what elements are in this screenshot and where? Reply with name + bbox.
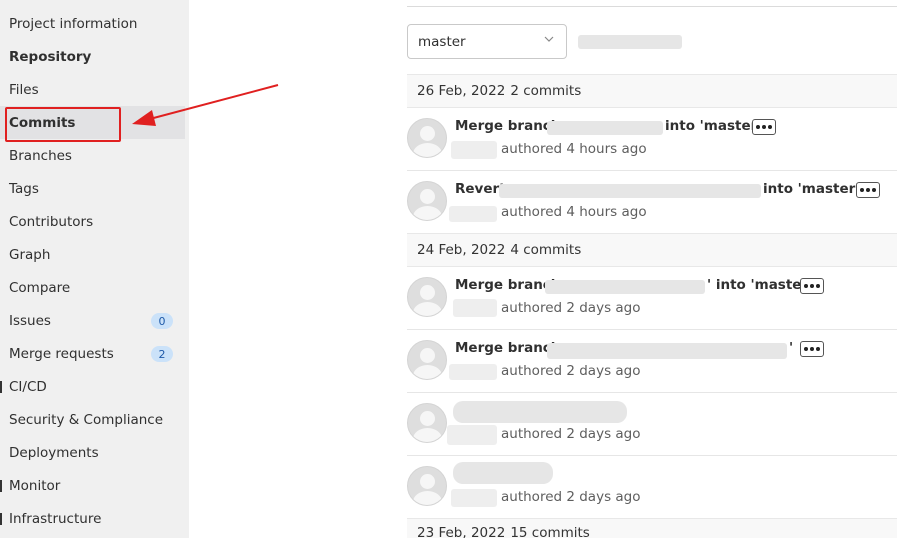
- sidebar-item-label: Project information: [9, 15, 138, 32]
- commit-title-start: Merge branch: [455, 118, 561, 134]
- commit-authored-time: authored 4 hours ago: [501, 204, 647, 220]
- avatar[interactable]: [407, 340, 447, 380]
- commit-title-end: ' into 'master': [707, 277, 813, 293]
- sidebar-item-project-information[interactable]: Project information: [0, 7, 189, 40]
- avatar[interactable]: [407, 466, 447, 506]
- redacted-commit-text: [499, 184, 761, 198]
- redacted-commit-title[interactable]: [453, 401, 627, 423]
- commit-title-link[interactable]: Merge branch: [455, 118, 560, 134]
- content-top-border: [407, 6, 897, 7]
- sidebar-item-label: CI/CD: [9, 378, 47, 395]
- sidebar-item-label: Repository: [9, 48, 92, 65]
- merge-requests-count-badge: 2: [151, 346, 173, 362]
- sidebar-item-files[interactable]: Files: [0, 73, 189, 106]
- commit-row: Merge branch ' into 'master' authored 2 …: [407, 267, 897, 330]
- sidebar-item-deployments[interactable]: Deployments: [0, 436, 189, 469]
- redacted-author-name[interactable]: [449, 206, 497, 222]
- chevron-down-icon: [544, 36, 554, 42]
- redacted-author-name[interactable]: [451, 489, 497, 507]
- sidebar-item-contributors[interactable]: Contributors: [0, 205, 189, 238]
- sidebar-item-compare[interactable]: Compare: [0, 271, 189, 304]
- group-commit-count: 4 commits: [510, 242, 582, 258]
- group-commit-count: 15 commits: [510, 525, 590, 538]
- sidebar-item-merge-requests[interactable]: Merge requests 2: [0, 337, 189, 370]
- avatar[interactable]: [407, 118, 447, 158]
- commit-row: Merge branch ' authored 2 days ago: [407, 330, 897, 393]
- redacted-author-name[interactable]: [449, 364, 497, 380]
- commit-date-group-header: 26 Feb, 2022 2 commits: [407, 74, 897, 108]
- section-edge-marker: [0, 381, 2, 393]
- expand-commit-message-button[interactable]: [800, 341, 824, 357]
- sidebar-item-label: Files: [9, 81, 39, 98]
- commit-row: Revert into 'master'" authored 4 hours a…: [407, 171, 897, 234]
- commit-title-link[interactable]: Merge branch: [455, 340, 560, 356]
- sidebar-item-issues[interactable]: Issues 0: [0, 304, 189, 337]
- commit-authored-time: authored 2 days ago: [501, 489, 641, 505]
- avatar[interactable]: [407, 403, 447, 443]
- sidebar-item-label: Contributors: [9, 213, 94, 230]
- commit-authored-time: authored 2 days ago: [501, 363, 641, 379]
- branch-selector-value: master: [418, 33, 466, 50]
- redacted-commit-title[interactable]: [453, 462, 553, 484]
- section-edge-marker: [0, 480, 2, 492]
- group-date: 26 Feb, 2022: [417, 83, 506, 99]
- group-date: 24 Feb, 2022: [417, 242, 506, 258]
- sidebar-item-monitor[interactable]: Monitor: [0, 469, 189, 502]
- commit-title-end: into 'master'": [763, 181, 867, 197]
- commit-row: Merge branch into 'master' authored 4 ho…: [407, 108, 897, 171]
- avatar[interactable]: [407, 181, 447, 221]
- sidebar-item-ci-cd[interactable]: CI/CD: [0, 370, 189, 403]
- sidebar-item-infrastructure[interactable]: Infrastructure: [0, 502, 189, 535]
- redacted-branch-name: [545, 280, 705, 294]
- sidebar-item-tags[interactable]: Tags: [0, 172, 189, 205]
- sidebar-item-label: Merge requests: [9, 345, 114, 362]
- group-date: 23 Feb, 2022: [417, 525, 506, 538]
- issues-count-badge: 0: [151, 313, 173, 329]
- commit-row: authored 2 days ago: [407, 393, 897, 456]
- sidebar-item-label: Branches: [9, 147, 72, 164]
- sidebar-item-branches[interactable]: Branches: [0, 139, 189, 172]
- sidebar-item-label: Compare: [9, 279, 71, 296]
- sidebar-item-label: Graph: [9, 246, 51, 263]
- section-edge-marker: [0, 513, 2, 525]
- commit-authored-time: authored 2 days ago: [501, 300, 641, 316]
- commit-row: authored 2 days ago: [407, 456, 897, 519]
- redacted-branch-name: [547, 121, 663, 135]
- sidebar-section-repository[interactable]: Repository: [0, 40, 189, 73]
- commit-title-end: ': [789, 340, 794, 356]
- sidebar: Project information Repository Files Com…: [0, 0, 189, 538]
- sidebar-item-label: Monitor: [9, 477, 61, 494]
- sidebar-item-label: Infrastructure: [9, 510, 102, 527]
- commit-date-group-header: 24 Feb, 2022 4 commits: [407, 233, 897, 267]
- commit-date-group-header: 23 Feb, 2022 15 commits: [407, 518, 897, 538]
- expand-commit-message-button[interactable]: [752, 119, 776, 135]
- expand-commit-message-button[interactable]: [800, 278, 824, 294]
- redacted-filter-input[interactable]: [578, 35, 682, 49]
- annotation-highlight-box: [5, 107, 121, 142]
- avatar[interactable]: [407, 277, 447, 317]
- expand-commit-message-button[interactable]: [856, 182, 880, 198]
- redacted-author-name[interactable]: [451, 141, 497, 159]
- redacted-branch-name: [547, 343, 787, 359]
- sidebar-item-graph[interactable]: Graph: [0, 238, 189, 271]
- sidebar-item-label: Security & Compliance: [9, 411, 164, 428]
- redacted-author-name[interactable]: [447, 425, 497, 445]
- commit-authored-time: authored 2 days ago: [501, 426, 641, 442]
- sidebar-item-security-compliance[interactable]: Security & Compliance: [0, 403, 189, 436]
- group-commit-count: 2 commits: [510, 83, 582, 99]
- sidebar-item-label: Issues: [9, 312, 51, 329]
- sidebar-item-label: Tags: [9, 180, 39, 197]
- commit-title-start: Merge branch: [455, 340, 561, 356]
- redacted-author-name[interactable]: [453, 299, 497, 317]
- sidebar-item-label: Deployments: [9, 444, 99, 461]
- branch-selector-dropdown[interactable]: master: [407, 24, 567, 59]
- commit-authored-time: authored 4 hours ago: [501, 141, 647, 157]
- commit-title-end: into 'master': [665, 118, 762, 134]
